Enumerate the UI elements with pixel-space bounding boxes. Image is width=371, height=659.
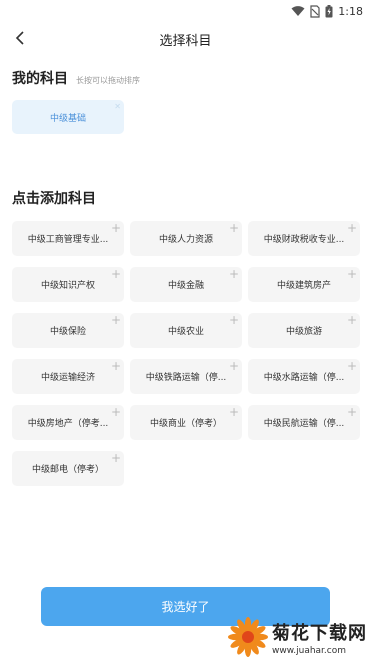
plus-icon: + <box>346 359 357 373</box>
subject-chip[interactable]: 中级铁路运输（停... + <box>130 359 242 394</box>
site-watermark: 菊花下载网 www.juahar.com <box>228 617 367 657</box>
page-title: 选择科目 <box>159 34 212 49</box>
subject-label: 中级民航运输（停... <box>263 419 345 429</box>
subject-label: 中级水路运输（停... <box>263 373 345 383</box>
watermark-name: 菊花下载网 <box>272 622 367 644</box>
plus-icon: + <box>110 359 121 373</box>
subject-chip[interactable]: 中级工商管理专业... + <box>12 221 124 256</box>
subject-label: 中级铁路运输（停... <box>145 373 227 383</box>
subject-chip[interactable]: 中级邮电（停考） + <box>12 451 124 486</box>
no-sim-icon <box>310 4 320 18</box>
subject-chip[interactable]: 中级民航运输（停... + <box>248 405 360 440</box>
add-subjects-title: 点击添加科目 <box>12 191 96 207</box>
nav-bar: 选择科目 <box>0 22 371 56</box>
subject-label: 中级邮电（停考） <box>31 465 104 475</box>
subject-chip[interactable]: 中级运输经济 + <box>12 359 124 394</box>
plus-icon: + <box>110 451 121 465</box>
status-time: 1:18 <box>338 4 363 18</box>
subject-label: 中级农业 <box>167 327 204 337</box>
subject-label: 中级工商管理专业... <box>27 235 109 245</box>
my-subject-chip[interactable]: 中级基础 ✕ <box>12 100 124 134</box>
remove-icon[interactable]: ✕ <box>114 102 121 111</box>
subject-chip[interactable]: 中级人力资源 + <box>130 221 242 256</box>
battery-icon <box>325 4 333 18</box>
subject-label: 中级旅游 <box>285 327 322 337</box>
subject-chip[interactable]: 中级知识产权 + <box>12 267 124 302</box>
plus-icon: + <box>346 267 357 281</box>
status-bar: 1:18 <box>0 0 371 22</box>
watermark-url: www.juahar.com <box>272 645 347 656</box>
subject-chip[interactable]: 中级财政税收专业... + <box>248 221 360 256</box>
status-icons: 1:18 <box>291 3 363 19</box>
my-subject-label: 中级基础 <box>49 113 86 124</box>
subject-label: 中级运输经济 <box>40 373 95 383</box>
plus-icon: + <box>228 405 239 419</box>
subject-chip[interactable]: 中级建筑房产 + <box>248 267 360 302</box>
subject-label: 中级保险 <box>49 327 86 337</box>
subject-label: 中级房地产（停考... <box>27 419 109 429</box>
subject-grid: 中级工商管理专业... + 中级人力资源 + 中级财政税收专业... + 中级知识产权… <box>12 221 360 486</box>
plus-icon: + <box>346 405 357 419</box>
plus-icon: + <box>228 359 239 373</box>
plus-icon: + <box>228 267 239 281</box>
subject-chip[interactable]: 中级水路运输（停... + <box>248 359 360 394</box>
subject-chip[interactable]: 中级房地产（停考... + <box>12 405 124 440</box>
subject-label: 中级人力资源 <box>158 235 213 245</box>
subject-chip[interactable]: 中级金融 + <box>130 267 242 302</box>
subject-chip[interactable]: 中级旅游 + <box>248 313 360 348</box>
wifi-icon <box>291 5 305 17</box>
plus-icon: + <box>346 221 357 235</box>
subject-chip[interactable]: 中级农业 + <box>130 313 242 348</box>
subject-label: 中级商业（停考） <box>149 419 222 429</box>
plus-icon: + <box>346 313 357 327</box>
plus-icon: + <box>228 313 239 327</box>
subject-label: 中级建筑房产 <box>276 281 331 291</box>
subject-label: 中级金融 <box>167 281 204 291</box>
my-subjects-header: 我的科目 长按可以拖动排序 <box>12 68 140 88</box>
my-subjects-title: 我的科目 <box>12 71 68 87</box>
subject-chip[interactable]: 中级保险 + <box>12 313 124 348</box>
plus-icon: + <box>110 405 121 419</box>
subject-label: 中级知识产权 <box>40 281 95 291</box>
plus-icon: + <box>110 221 121 235</box>
subject-chip[interactable]: 中级商业（停考） + <box>130 405 242 440</box>
plus-icon: + <box>228 221 239 235</box>
plus-icon: + <box>110 267 121 281</box>
flower-logo-icon <box>228 617 268 657</box>
subject-label: 中级财政税收专业... <box>263 235 345 245</box>
drag-sort-hint: 长按可以拖动排序 <box>76 76 140 85</box>
plus-icon: + <box>110 313 121 327</box>
